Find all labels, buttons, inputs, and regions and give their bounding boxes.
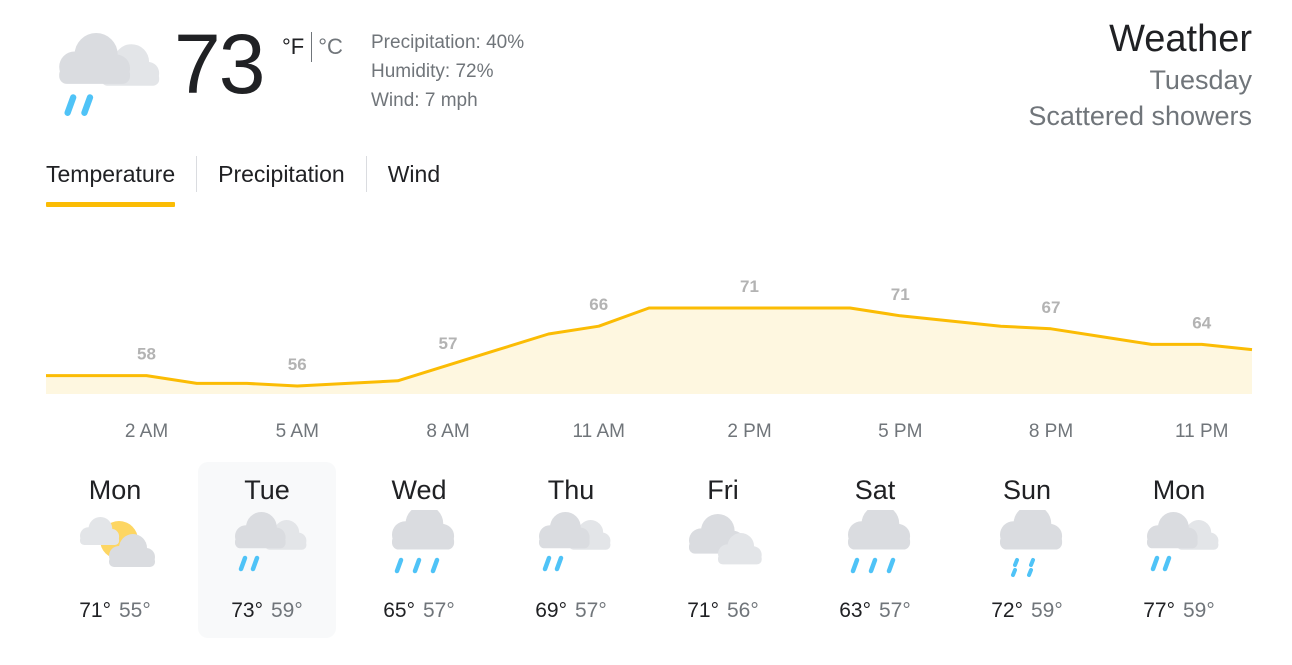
high-temp: 63° xyxy=(839,599,871,622)
day-name: Wed xyxy=(391,475,447,505)
tab-divider xyxy=(365,156,367,192)
day-card[interactable]: Sun 72° 59° xyxy=(958,462,1096,638)
day-card[interactable]: Thu 69° 57° xyxy=(502,462,640,638)
chart-tabs: Temperature Precipitation Wind xyxy=(46,156,440,207)
low-temp: 59° xyxy=(1031,599,1063,622)
temperature-point-label: 66 xyxy=(589,295,608,314)
weather-condition: Scattered showers xyxy=(1028,101,1252,131)
day-temps: 71° 55° xyxy=(46,597,184,625)
temperature-point-label: 56 xyxy=(288,355,307,374)
weather-title: Weather xyxy=(1109,18,1252,60)
fahrenheit-button[interactable]: °F xyxy=(282,33,304,61)
high-temp: 77° xyxy=(1143,599,1175,622)
unit-toggle: °F °C xyxy=(282,32,343,62)
temperature-chart: 58 56 57 66 71 71 67 64 2 AM 5 AM 8 AM 11 AM 2 PM 5 P… xyxy=(0,260,1292,450)
day-temps: 65° 57° xyxy=(350,597,488,625)
tab-temperature[interactable]: Temperature xyxy=(46,156,176,207)
cloudy-icon xyxy=(683,510,763,584)
day-name: Thu xyxy=(547,475,595,505)
day-temps: 63° 57° xyxy=(806,597,944,625)
unit-divider xyxy=(311,32,313,62)
high-temp: 72° xyxy=(991,599,1023,622)
temperature-point-label: 64 xyxy=(1192,313,1211,332)
low-temp: 59° xyxy=(271,599,303,622)
day-name: Fri xyxy=(707,475,739,505)
low-temp: 57° xyxy=(575,599,607,622)
daily-forecast: Mon 71° 55° Tue 73° 59° Wed 65° 57° Thu … xyxy=(40,462,1252,640)
high-temp: 71° xyxy=(687,599,719,622)
scattered-showers-icon xyxy=(227,510,307,584)
high-temp: 69° xyxy=(535,599,567,622)
time-tick-label: 11 PM xyxy=(1175,421,1229,442)
showers-icon xyxy=(379,505,459,584)
tab-precipitation[interactable]: Precipitation xyxy=(218,156,345,192)
time-tick-label: 2 AM xyxy=(125,421,168,442)
day-card[interactable]: Mon 77° 59° xyxy=(1110,462,1248,638)
current-temperature: 73 xyxy=(174,17,265,111)
tab-wind[interactable]: Wind xyxy=(388,156,440,192)
day-name: Tue xyxy=(244,475,290,505)
day-card[interactable]: Sat 63° 57° xyxy=(806,462,944,638)
day-card[interactable]: Mon 71° 55° xyxy=(46,462,184,638)
day-temps: 73° 59° xyxy=(198,597,336,625)
temperature-point-label: 71 xyxy=(740,277,759,296)
celsius-button[interactable]: °C xyxy=(318,33,343,61)
day-card[interactable]: Fri 71° 56° xyxy=(654,462,792,638)
temperature-point-label: 71 xyxy=(891,285,910,304)
scattered-showers-icon xyxy=(531,510,611,584)
time-tick-label: 11 AM xyxy=(573,421,625,442)
scattered-showers-icon xyxy=(48,30,160,116)
day-temps: 69° 57° xyxy=(502,597,640,625)
showers-icon xyxy=(835,505,915,584)
low-temp: 56° xyxy=(727,599,759,622)
tab-divider xyxy=(196,156,198,192)
weather-day: Tuesday xyxy=(1149,65,1252,95)
low-temp: 57° xyxy=(423,599,455,622)
day-name: Mon xyxy=(1152,475,1206,505)
low-temp: 55° xyxy=(119,599,151,622)
weather-details: Precipitation: 40% Humidity: 72% Wind: 7… xyxy=(371,28,524,115)
humidity-text: Humidity: 72% xyxy=(371,61,494,82)
temperature-area xyxy=(46,308,1252,394)
low-temp: 59° xyxy=(1183,599,1215,622)
wind-text: Wind: 7 mph xyxy=(371,90,478,111)
temperature-chart-svg: 58 56 57 66 71 71 67 64 2 AM 5 AM 8 AM 11 AM 2 PM 5 P… xyxy=(46,277,1253,442)
scattered-showers-icon xyxy=(1139,510,1219,584)
time-tick-label: 8 AM xyxy=(426,421,469,442)
time-tick-label: 2 PM xyxy=(727,421,771,442)
low-temp: 57° xyxy=(879,599,911,622)
temperature-point-label: 58 xyxy=(137,345,156,364)
day-name: Mon xyxy=(88,475,142,505)
time-tick-label: 5 AM xyxy=(276,421,319,442)
day-temps: 72° 59° xyxy=(958,597,1096,625)
partly-cloudy-icon xyxy=(75,510,155,584)
light-rain-icon xyxy=(987,505,1067,584)
day-card[interactable]: Wed 65° 57° xyxy=(350,462,488,638)
high-temp: 71° xyxy=(79,599,111,622)
temperature-point-label: 57 xyxy=(439,334,458,353)
high-temp: 73° xyxy=(231,599,263,622)
day-name: Sun xyxy=(1002,475,1052,505)
time-tick-label: 8 PM xyxy=(1029,421,1073,442)
day-temps: 77° 59° xyxy=(1110,597,1248,625)
high-temp: 65° xyxy=(383,599,415,622)
temperature-point-label: 67 xyxy=(1042,298,1061,317)
day-temps: 71° 56° xyxy=(654,597,792,625)
day-name: Sat xyxy=(854,475,896,505)
day-card-selected[interactable]: Tue 73° 59° xyxy=(198,462,336,638)
precipitation-text: Precipitation: 40% xyxy=(371,32,525,53)
time-tick-label: 5 PM xyxy=(878,421,922,442)
weather-header: Weather Tuesday Scattered showers xyxy=(1028,16,1252,134)
